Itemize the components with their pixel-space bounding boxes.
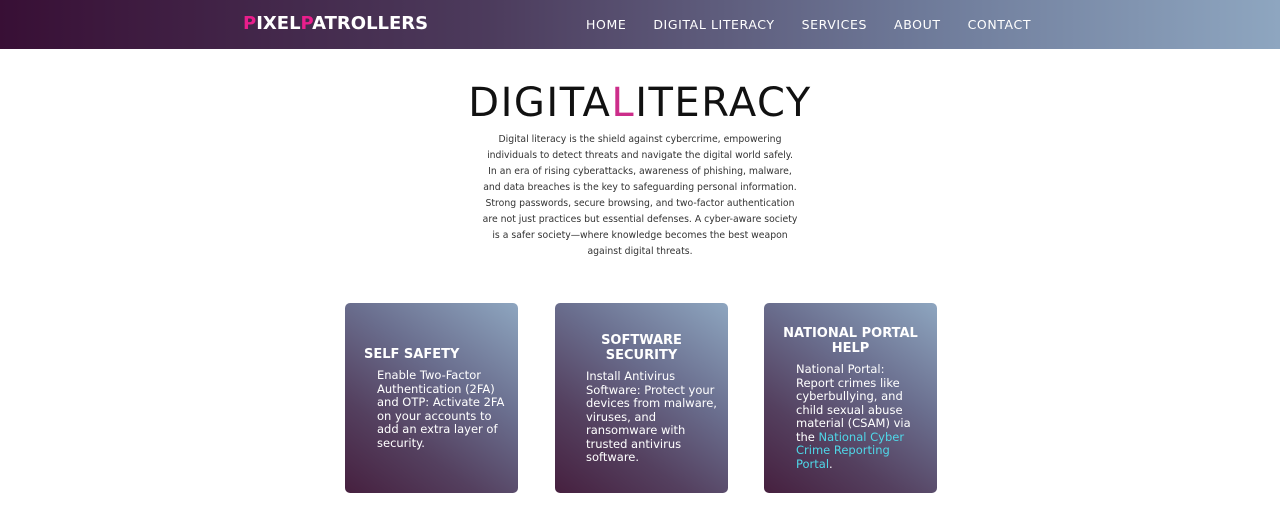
title-accent-letter: L [611, 80, 636, 126]
intro-line: is a safer society—where knowledge becom… [492, 230, 788, 241]
title-part2: ITERACY [635, 80, 812, 126]
card-software-security: SOFTWARE SECURITY Install Antivirus Soft… [555, 303, 728, 493]
page-title: DIGITALITERACY [0, 80, 1280, 126]
card-self-safety: SELF SAFETY Enable Two-Factor Authentica… [345, 303, 518, 493]
intro-line: In an era of rising cyberattacks, awaren… [488, 166, 792, 177]
logo-letter-p2: P [300, 13, 313, 34]
nav-home[interactable]: HOME [586, 17, 626, 32]
card-title: SELF SAFETY [364, 347, 460, 362]
nav-contact[interactable]: CONTACT [968, 17, 1031, 32]
logo-letter-p1: P [243, 13, 257, 34]
intro-line: Strong passwords, secure browsing, and t… [485, 198, 795, 209]
card-body: Install Antivirus Software: Protect your… [586, 369, 717, 464]
card-title: SOFTWARE SECURITY [601, 333, 682, 363]
nav-services[interactable]: SERVICES [802, 17, 867, 32]
logo-text-atrollers: ATROLLERS [312, 13, 429, 34]
card-body: Enable Two-Factor Authentication (2FA) a… [377, 368, 505, 450]
nav-about[interactable]: ABOUT [894, 17, 941, 32]
intro-line: against digital threats. [587, 246, 693, 257]
intro-line: are not just practices but essential def… [482, 214, 798, 225]
intro-line: Digital literacy is the shield against c… [498, 134, 782, 145]
title-part1: DIGITA [468, 80, 612, 126]
main-nav: HOME DIGITAL LITERACY SERVICES ABOUT CON… [586, 17, 1058, 32]
intro-line: and data breaches is the key to safeguar… [483, 182, 797, 193]
card-body-suffix: . [829, 456, 833, 471]
nav-digital-literacy[interactable]: DIGITAL LITERACY [653, 17, 774, 32]
card-body: National Portal: Report crimes like cybe… [796, 362, 926, 471]
card-title: NATIONAL PORTAL HELP [783, 326, 918, 356]
card-national-portal-help: NATIONAL PORTAL HELP National Portal: Re… [764, 303, 937, 493]
top-navbar: PIXELPATROLLERS HOME DIGITAL LITERACY SE… [0, 0, 1280, 49]
intro-paragraph: Digital literacy is the shield against c… [470, 132, 810, 260]
site-logo[interactable]: PIXELPATROLLERS [243, 13, 428, 34]
logo-text-ixel: IXEL [256, 13, 301, 34]
intro-line: individuals to detect threats and naviga… [487, 150, 793, 161]
